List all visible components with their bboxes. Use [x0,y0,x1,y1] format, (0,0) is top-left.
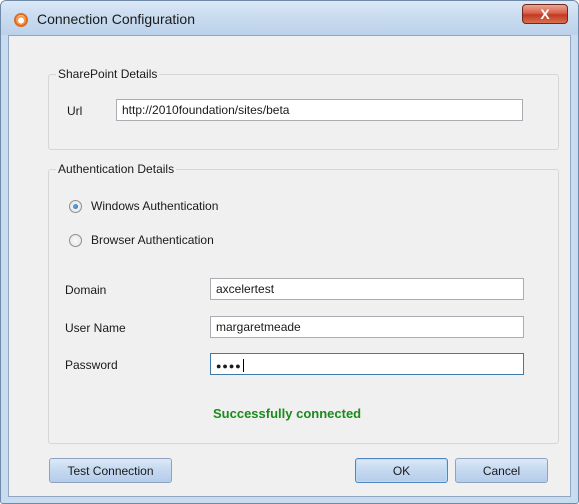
dialog-body: SharePoint Details Url Authentication De… [8,35,571,497]
sharepoint-details-group: SharePoint Details Url [48,67,559,150]
connection-status: Successfully connected [213,406,362,421]
window-title: Connection Configuration [37,11,195,27]
browser-authentication-radio[interactable] [69,233,82,247]
domain-label: Domain [65,283,107,297]
username-input[interactable] [210,316,524,338]
close-icon: X [540,6,550,22]
cancel-button[interactable]: Cancel [455,458,548,483]
authentication-details-legend: Authentication Details [56,162,177,176]
close-button[interactable]: X [522,4,568,24]
app-logo-icon [14,13,28,27]
sharepoint-details-legend: SharePoint Details [56,67,160,81]
test-connection-button[interactable]: Test Connection [49,458,172,483]
windows-authentication-option[interactable]: Windows Authentication [69,199,218,213]
username-label: User Name [65,321,126,335]
dialog-window: Connection Configuration X SharePoint De… [0,0,579,504]
text-cursor [242,359,244,373]
url-label: Url [67,104,83,118]
windows-authentication-radio[interactable] [69,199,82,213]
browser-authentication-label: Browser Authentication [91,233,214,247]
authentication-details-group: Authentication Details Windows Authentic… [48,162,559,444]
windows-authentication-label: Windows Authentication [91,199,219,213]
browser-authentication-option[interactable]: Browser Authentication [69,233,214,247]
domain-input[interactable] [210,278,524,300]
title-bar[interactable]: Connection Configuration X [1,1,578,35]
url-input[interactable] [116,99,523,121]
ok-button[interactable]: OK [355,458,448,483]
password-mask: ●●●● [216,361,242,371]
password-input[interactable]: ●●●● [210,353,524,375]
password-label: Password [65,358,118,372]
